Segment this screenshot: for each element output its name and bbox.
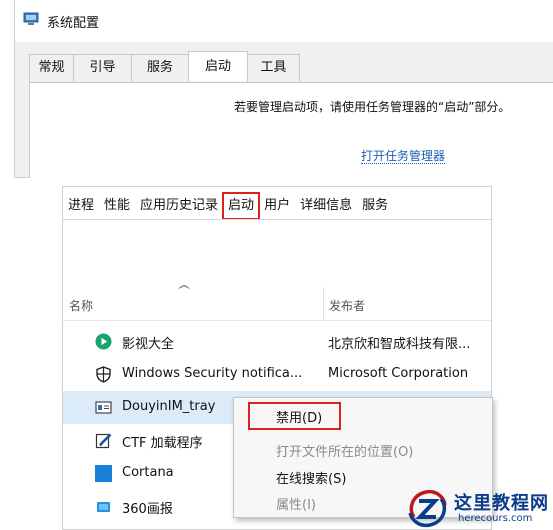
row-name: 影视大全 <box>122 337 175 352</box>
tab-startup[interactable]: 启动 <box>188 51 248 81</box>
msconfig-app-icon <box>23 12 39 25</box>
row-name: 360画报 <box>122 502 173 517</box>
row-name: CTF 加载程序 <box>122 436 203 451</box>
tab-general[interactable]: 常规 <box>29 54 74 82</box>
tab-processes[interactable]: 进程 <box>63 193 99 219</box>
cortana-icon <box>95 465 112 482</box>
startup-message: 若要管理启动项，请使用任务管理器的“启动”部分。 <box>234 100 511 114</box>
row-publisher: Microsoft Corporation <box>328 366 469 381</box>
menu-item-properties[interactable]: 属性(I) <box>276 494 316 513</box>
sort-ascending-icon[interactable]: ^ <box>176 283 192 297</box>
msconfig-window: 系统配置 常规 引导 服务 启动 工具 若要管理启动项，请使用任务管理器的“启动… <box>14 0 553 178</box>
tab-details[interactable]: 详细信息 <box>295 193 357 219</box>
picture-icon <box>97 502 110 512</box>
tab-services[interactable]: 服务 <box>357 193 393 219</box>
column-header-name[interactable]: 名称 <box>69 297 93 314</box>
window-title: 系统配置 <box>47 16 100 31</box>
watermark-url: herecours.com <box>458 513 533 524</box>
row-publisher: 北京欣和智成科技有限... <box>328 337 471 352</box>
pen-edit-icon <box>95 433 112 449</box>
menu-item-disable[interactable]: 禁用(D) <box>276 407 322 426</box>
title-bar: 系统配置 <box>15 0 553 42</box>
task-manager-tabs: 进程 性能 应用历史记录 启动 用户 详细信息 服务 <box>63 192 393 220</box>
tab-services[interactable]: 服务 <box>131 54 189 82</box>
row-name: DouyinIM_tray <box>122 399 216 414</box>
menu-item-open-file-location[interactable]: 打开文件所在的位置(O) <box>276 441 413 460</box>
header-divider <box>63 320 491 321</box>
column-divider[interactable] <box>323 287 324 321</box>
table-row[interactable]: 影视大全 北京欣和智成科技有限... <box>63 325 491 358</box>
tab-performance[interactable]: 性能 <box>99 193 135 219</box>
open-task-manager-link[interactable]: 打开任务管理器 <box>361 149 446 164</box>
row-name: Cortana <box>122 465 174 480</box>
watermark-logo-icon <box>408 489 447 528</box>
tab-startup[interactable]: 启动 <box>222 192 261 220</box>
menu-item-search-online[interactable]: 在线搜索(S) <box>276 468 346 487</box>
tab-users[interactable]: 用户 <box>259 193 295 219</box>
play-circle-icon <box>95 333 112 350</box>
msconfig-tabs: 常规 引导 服务 启动 工具 <box>29 51 300 82</box>
row-name: Windows Security notifica... <box>122 366 303 381</box>
tab-tools[interactable]: 工具 <box>247 54 300 82</box>
startup-panel: 若要管理启动项，请使用任务管理器的“启动”部分。 打开任务管理器 <box>29 82 553 178</box>
window-app-icon <box>95 401 112 414</box>
watermark: 这里教程网 herecours.com <box>406 487 553 530</box>
column-header-publisher[interactable]: 发布者 <box>329 297 365 314</box>
shield-icon <box>96 366 111 383</box>
tab-divider <box>63 219 491 220</box>
tab-app-history[interactable]: 应用历史记录 <box>135 193 223 219</box>
watermark-name: 这里教程网 <box>454 493 549 514</box>
tab-boot[interactable]: 引导 <box>73 54 132 82</box>
table-row[interactable]: Windows Security notifica... Microsoft C… <box>63 358 491 391</box>
